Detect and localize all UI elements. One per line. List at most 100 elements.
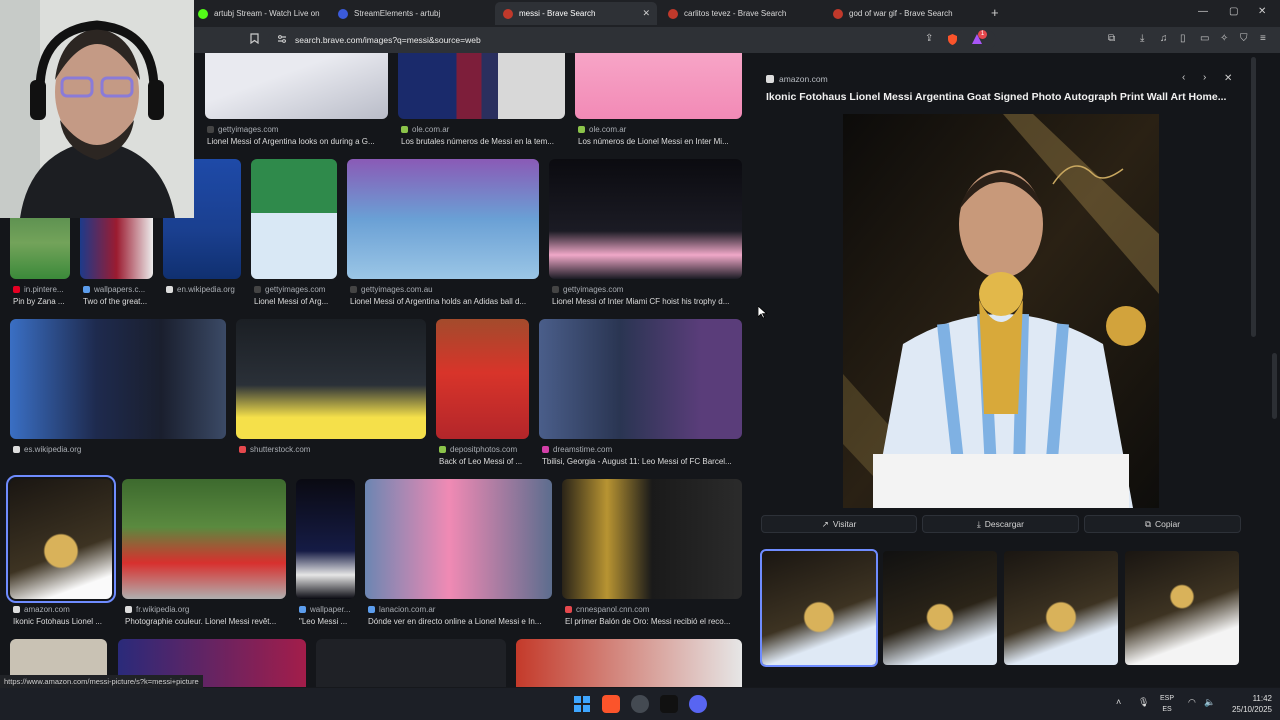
- new-tab-icon[interactable]: +: [991, 5, 999, 20]
- related-thumb[interactable]: [1125, 551, 1239, 665]
- site-info-icon[interactable]: [277, 34, 287, 46]
- download-icon[interactable]: ⤓: [1140, 33, 1144, 44]
- result-image[interactable]: [122, 479, 286, 599]
- result-caption[interactable]: Los brutales números de Messi en la tem.…: [401, 137, 566, 146]
- language-indicator[interactable]: ESP ES: [1160, 693, 1174, 715]
- brave-shields-icon[interactable]: [947, 33, 958, 48]
- copy-button[interactable]: ⧉ Copiar: [1084, 515, 1241, 533]
- tiktok-taskbar-icon[interactable]: [660, 695, 678, 713]
- source-label: en.wikipedia.org: [177, 285, 235, 294]
- result-caption[interactable]: Back of Leo Messi of ...: [439, 457, 531, 466]
- download-button[interactable]: ⤓ Descargar: [922, 515, 1079, 533]
- result-source[interactable]: gettyimages.com.au: [350, 285, 540, 294]
- minimize-icon[interactable]: —: [1198, 6, 1208, 17]
- result-source[interactable]: wallpaper...: [299, 605, 357, 614]
- result-image[interactable]: [296, 479, 355, 599]
- close-tab-icon[interactable]: ✕: [642, 8, 650, 19]
- result-image[interactable]: [347, 159, 539, 279]
- result-image[interactable]: [365, 479, 552, 599]
- result-source[interactable]: cnnespanol.cnn.com: [565, 605, 742, 614]
- menu-icon[interactable]: ≡: [1260, 33, 1266, 44]
- result-source[interactable]: ole.com.ar: [401, 125, 566, 134]
- result-caption[interactable]: Los números de Lionel Messi en Inter Mi.…: [578, 137, 743, 146]
- result-source[interactable]: es.wikipedia.org: [13, 445, 223, 454]
- tab-messi[interactable]: messi - Brave Search ✕: [495, 2, 657, 25]
- result-image[interactable]: [205, 53, 388, 119]
- result-source[interactable]: amazon.com: [13, 605, 113, 614]
- panel-scrollbar[interactable]: [1251, 57, 1256, 337]
- result-image[interactable]: [10, 319, 226, 439]
- result-source[interactable]: gettyimages.com: [207, 125, 392, 134]
- leo-icon[interactable]: ✧: [1220, 33, 1228, 44]
- result-image[interactable]: [251, 159, 337, 279]
- related-thumb[interactable]: [1004, 551, 1118, 665]
- result-source[interactable]: depositphotos.com: [439, 445, 531, 454]
- page-scrollbar[interactable]: [1272, 353, 1277, 419]
- related-thumb[interactable]: [883, 551, 997, 665]
- result-image[interactable]: [549, 159, 742, 279]
- close-preview-icon[interactable]: ✕: [1224, 73, 1232, 84]
- result-caption[interactable]: El primer Balón de Oro: Messi recibió el…: [565, 617, 742, 626]
- result-image[interactable]: [436, 319, 529, 439]
- result-caption[interactable]: Dónde ver en directo online a Lionel Mes…: [368, 617, 552, 626]
- bookmark-icon[interactable]: [250, 33, 259, 47]
- result-source[interactable]: en.wikipedia.org: [166, 285, 246, 294]
- brave-taskbar-icon[interactable]: [602, 695, 620, 713]
- windows-start-icon[interactable]: [573, 695, 591, 713]
- result-image[interactable]: [398, 53, 565, 119]
- result-caption[interactable]: Lionel Messi of Argentina looks on durin…: [207, 137, 392, 146]
- result-caption[interactable]: Photographie couleur. Lionel Messi revêt…: [125, 617, 287, 626]
- prev-image-icon[interactable]: ‹: [1182, 72, 1185, 83]
- tab-gow[interactable]: god of war gif - Brave Search: [825, 2, 987, 25]
- result-source[interactable]: gettyimages.com: [254, 285, 342, 294]
- sidebar-icon[interactable]: ▯: [1180, 33, 1186, 44]
- share-icon[interactable]: ⇪: [925, 33, 933, 44]
- microphone-icon[interactable]: 🎙: [1138, 697, 1149, 708]
- result-caption[interactable]: Lionel Messi of Inter Miami CF hoist his…: [552, 297, 742, 306]
- discord-taskbar-icon[interactable]: [689, 695, 707, 713]
- result-caption[interactable]: Lionel Messi of Argentina holds an Adida…: [350, 297, 540, 306]
- result-caption[interactable]: Ikonic Fotohaus Lionel ...: [13, 617, 109, 626]
- system-clock[interactable]: 11:42 25/10/2025: [1232, 693, 1272, 715]
- close-window-icon[interactable]: ✕: [1258, 6, 1266, 17]
- tray-overflow-icon[interactable]: ˄: [1116, 697, 1121, 707]
- result-image[interactable]: [562, 479, 742, 599]
- result-image[interactable]: [539, 319, 742, 439]
- vpn-icon[interactable]: ⛉: [1240, 33, 1248, 44]
- wifi-icon[interactable]: ◠: [1188, 697, 1196, 708]
- obs-taskbar-icon[interactable]: [631, 695, 649, 713]
- result-caption[interactable]: Two of the great...: [83, 297, 155, 306]
- wallet-icon[interactable]: ▭: [1200, 33, 1209, 44]
- tab-streamelements[interactable]: StreamElements - artubj: [330, 2, 490, 25]
- result-image[interactable]: [316, 639, 506, 687]
- result-image[interactable]: [516, 639, 742, 687]
- result-source[interactable]: lanacion.com.ar: [368, 605, 552, 614]
- result-source[interactable]: shutterstock.com: [239, 445, 424, 454]
- result-image-selected[interactable]: [6, 475, 116, 603]
- address-bar[interactable]: search.brave.com/images?q=messi&source=w…: [268, 30, 996, 50]
- media-icon[interactable]: ♫: [1160, 33, 1168, 44]
- result-image[interactable]: [236, 319, 426, 439]
- result-source[interactable]: dreamstime.com: [542, 445, 742, 454]
- visit-button[interactable]: ↗ Visitar: [761, 515, 917, 533]
- result-caption[interactable]: Tbilisi, Georgia - August 11: Leo Messi …: [542, 457, 742, 466]
- tab-kick[interactable]: artubj Stream - Watch Live on Ki...: [190, 2, 322, 25]
- result-source[interactable]: fr.wikipedia.org: [125, 605, 285, 614]
- result-image[interactable]: [575, 53, 742, 119]
- result-caption[interactable]: Lionel Messi of Arg...: [254, 297, 338, 306]
- preview-source[interactable]: amazon.com: [766, 74, 828, 84]
- next-image-icon[interactable]: ›: [1203, 72, 1206, 83]
- result-caption[interactable]: Pin by Zana ...: [13, 297, 75, 306]
- volume-icon[interactable]: 🔈: [1204, 697, 1215, 708]
- tab-tevez[interactable]: carlitos tevez - Brave Search: [660, 2, 822, 25]
- result-source[interactable]: in.pintere...: [13, 285, 75, 294]
- result-source[interactable]: wallpapers.c...: [83, 285, 155, 294]
- preview-image[interactable]: [843, 114, 1159, 508]
- window-icon[interactable]: ⧉: [1108, 33, 1115, 44]
- maximize-icon[interactable]: ▢: [1229, 6, 1238, 17]
- related-thumb-selected[interactable]: [760, 549, 878, 667]
- result-caption[interactable]: "Leo Messi ...: [299, 617, 357, 626]
- result-source[interactable]: ole.com.ar: [578, 125, 743, 134]
- result-source[interactable]: gettyimages.com: [552, 285, 742, 294]
- preview-title[interactable]: Ikonic Fotohaus Lionel Messi Argentina G…: [766, 91, 1246, 103]
